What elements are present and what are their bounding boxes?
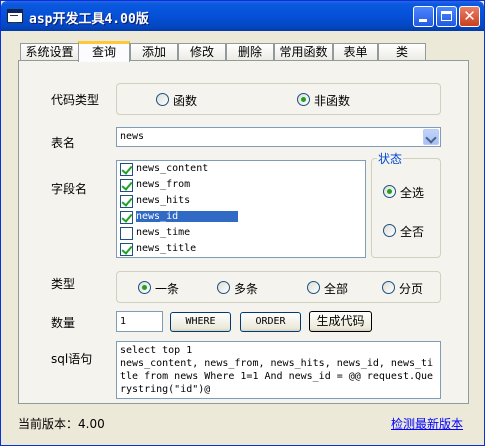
radio-multiple-label: 多条 xyxy=(234,282,259,296)
tab-edit[interactable]: 修改 xyxy=(178,43,226,60)
field-checkbox[interactable] xyxy=(120,227,133,240)
field-name: news_hits xyxy=(136,195,191,206)
window-title: asp开发工具4.00版 xyxy=(29,12,149,27)
field-checkbox[interactable] xyxy=(120,163,133,176)
radio-all[interactable] xyxy=(307,281,320,294)
radio-non-function[interactable] xyxy=(297,93,310,106)
title-bar[interactable]: asp开发工具4.00版 ✕ xyxy=(1,1,484,31)
close-button[interactable]: ✕ xyxy=(459,6,480,27)
code-type-label: 代码类型 xyxy=(51,93,100,107)
chevron-down-icon[interactable] xyxy=(423,129,439,145)
radio-select-all-label: 全选 xyxy=(400,186,425,200)
minimize-button[interactable] xyxy=(413,6,434,27)
field-checkbox[interactable] xyxy=(120,243,133,256)
tab-delete[interactable]: 删除 xyxy=(226,43,274,60)
status-group xyxy=(371,158,441,258)
field-item[interactable]: news_from xyxy=(119,178,238,194)
app-window: asp开发工具4.00版 ✕ 系统设置 查询 添加 修改 删除 常用函数 表单 … xyxy=(0,0,485,446)
kind-label: 类型 xyxy=(51,277,76,291)
field-item[interactable]: news_time xyxy=(119,226,238,242)
radio-function[interactable] xyxy=(156,93,169,106)
radio-non-function-label: 非函数 xyxy=(314,94,351,108)
quantity-label: 数量 xyxy=(51,316,76,330)
order-button[interactable]: ORDER xyxy=(240,312,301,332)
field-name: news_time xyxy=(136,227,191,238)
app-icon xyxy=(7,9,23,23)
field-name: news_id xyxy=(136,211,239,222)
tab-common-functions[interactable]: 常用函数 xyxy=(274,43,333,60)
fields-listbox[interactable]: news_content news_from news_hits news_id… xyxy=(116,160,366,258)
quantity-input[interactable]: 1 xyxy=(116,311,163,332)
tab-system-settings[interactable]: 系统设置 xyxy=(20,43,79,60)
check-update-link[interactable]: 检测最新版本 xyxy=(391,415,463,432)
status-label: 状态 xyxy=(377,150,404,167)
field-checkbox[interactable] xyxy=(120,179,133,192)
field-item[interactable]: news_hits xyxy=(119,194,238,210)
field-checkbox[interactable] xyxy=(120,211,133,224)
radio-paging[interactable] xyxy=(382,281,395,294)
close-icon: ✕ xyxy=(463,7,476,25)
maximize-button[interactable] xyxy=(436,6,457,27)
version-text: 当前版本：4.00 xyxy=(18,417,105,431)
radio-function-label: 函数 xyxy=(173,94,198,108)
field-checkbox[interactable] xyxy=(120,195,133,208)
tab-class[interactable]: 类 xyxy=(378,43,426,60)
where-button[interactable]: WHERE xyxy=(170,312,231,332)
radio-select-none[interactable] xyxy=(383,224,396,237)
field-item[interactable]: news_title xyxy=(119,242,238,258)
minimize-icon xyxy=(419,19,427,22)
field-item-selected[interactable]: news_id xyxy=(119,210,239,226)
maximize-icon xyxy=(441,11,452,21)
quantity-value: 1 xyxy=(120,316,127,327)
radio-select-all[interactable] xyxy=(383,185,396,198)
table-name-value: news xyxy=(120,131,145,142)
radio-all-label: 全部 xyxy=(324,282,349,296)
tab-add[interactable]: 添加 xyxy=(130,43,178,60)
table-name-label: 表名 xyxy=(51,136,76,150)
field-name: news_content xyxy=(136,163,209,174)
fields-label: 字段名 xyxy=(51,182,88,196)
tab-form[interactable]: 表单 xyxy=(333,43,378,60)
radio-single-label: 一条 xyxy=(155,282,180,296)
radio-select-none-label: 全否 xyxy=(400,225,425,239)
field-name: news_title xyxy=(136,243,197,254)
radio-single[interactable] xyxy=(138,281,151,294)
field-name: news_from xyxy=(136,179,191,190)
tab-query[interactable]: 查询 xyxy=(78,41,130,62)
sql-textarea[interactable]: select top 1 news_content, news_from, ne… xyxy=(116,341,441,399)
table-name-select[interactable]: news xyxy=(116,127,441,147)
generate-code-button[interactable]: 生成代码 xyxy=(309,311,372,332)
field-item[interactable]: news_content xyxy=(119,162,238,178)
radio-paging-label: 分页 xyxy=(399,282,424,296)
radio-multiple[interactable] xyxy=(217,281,230,294)
sql-label: sql语句 xyxy=(51,352,93,366)
